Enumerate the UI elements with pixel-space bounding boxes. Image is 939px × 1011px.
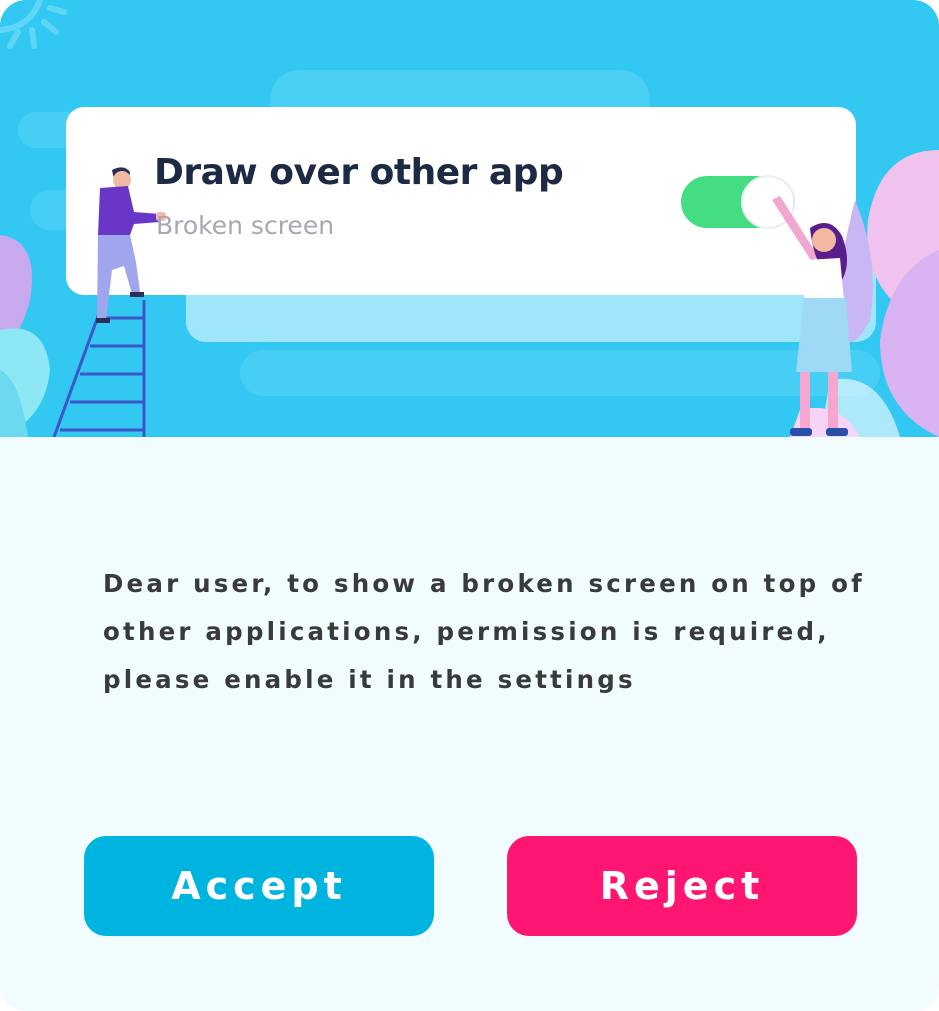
hero-illustration: Draw over other app Broken screen bbox=[0, 0, 939, 437]
card-title: Draw over other app bbox=[154, 152, 564, 193]
sun-rays-icon bbox=[0, 0, 67, 49]
accept-button[interactable]: Accept bbox=[84, 836, 434, 936]
card-subtitle: Broken screen bbox=[156, 211, 335, 240]
illustration-scene bbox=[0, 0, 939, 437]
permission-message: Dear user, to show a broken screen on to… bbox=[103, 569, 865, 694]
reject-button[interactable]: Reject bbox=[507, 836, 857, 936]
permission-dialog: Draw over other app Broken screen Dear u… bbox=[0, 0, 939, 1011]
leaf-decoration-icon bbox=[0, 235, 50, 437]
